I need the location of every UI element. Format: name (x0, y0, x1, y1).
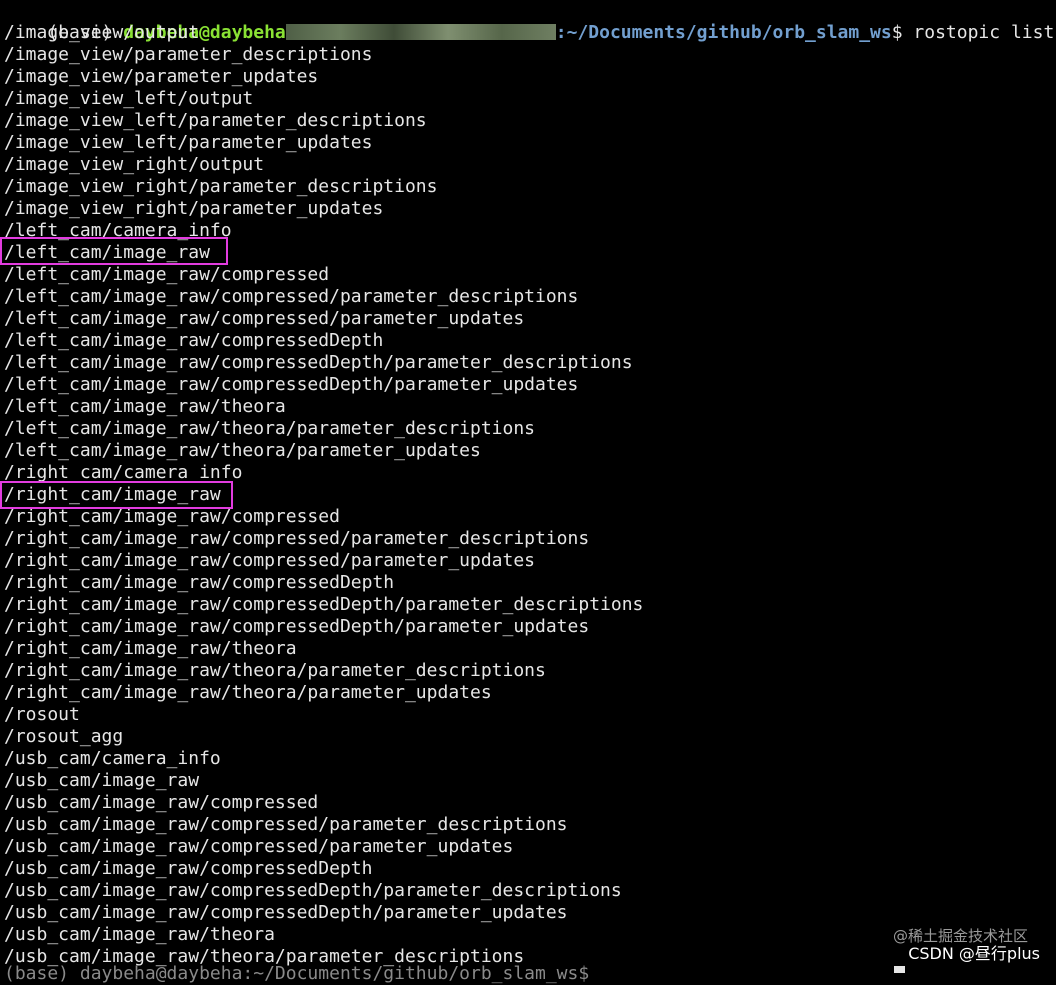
output-line: /left_cam/image_raw/theora/parameter_des… (4, 418, 536, 439)
highlight-left-cam-image-raw (0, 237, 228, 265)
output-line: /usb_cam/image_raw/compressed (4, 792, 319, 813)
output-line: /usb_cam/camera_info (4, 748, 221, 769)
prompt-line: (base) daybeha@daybeha:~/Documents/githu… (4, 0, 1054, 43)
highlight-right-cam-image-raw (0, 481, 233, 509)
output-line: /image_view_left/parameter_updates (4, 132, 373, 153)
output-line: /usb_cam/image_raw (4, 770, 200, 791)
output-line: /right_cam/image_raw/compressed (4, 506, 340, 527)
output-line: /rosout (4, 704, 80, 725)
terminal-window[interactable]: (base) daybeha@daybeha:~/Documents/githu… (0, 0, 1056, 984)
output-line: /right_cam/image_raw/compressed/paramete… (4, 528, 590, 549)
output-line: /right_cam/image_raw/compressedDepth/par… (4, 616, 590, 637)
output-line: /usb_cam/image_raw/compressed/parameter_… (4, 836, 514, 857)
output-line: /left_cam/image_raw/compressed (4, 264, 330, 285)
output-line: /image_view_right/parameter_descriptions (4, 176, 438, 197)
output-line: /usb_cam/image_raw/theora (4, 924, 275, 945)
output-line: /left_cam/image_raw/theora/parameter_upd… (4, 440, 481, 461)
output-line: /usb_cam/image_raw/compressedDepth/param… (4, 880, 622, 901)
output-line: /image_view/parameter_descriptions (4, 44, 373, 65)
output-line: /image_view_left/parameter_descriptions (4, 110, 427, 131)
prompt-symbol: $ (891, 22, 903, 43)
output-line: /right_cam/image_raw/compressedDepth (4, 572, 395, 593)
output-line: /image_view/output (4, 22, 200, 43)
output-line: /right_cam/image_raw/compressed/paramete… (4, 550, 536, 571)
watermark-csdn: CSDN @昼行plus (908, 944, 1040, 963)
output-line: /left_cam/image_raw/compressedDepth/para… (4, 374, 579, 395)
output-line: /left_cam/image_raw/compressedDepth/para… (4, 352, 633, 373)
output-line: /left_cam/image_raw/compressed/parameter… (4, 286, 579, 307)
output-line: /right_cam/image_raw/theora/parameter_de… (4, 660, 546, 681)
output-line: /image_view_left/output (4, 88, 254, 109)
prompt-path: :~/Documents/github/orb_slam_ws (555, 22, 892, 43)
next-prompt-line: (base) daybeha@daybeha:~/Documents/githu… (4, 963, 601, 984)
command-text: rostopic list (902, 22, 1055, 43)
output-line: /image_view_right/output (4, 154, 265, 175)
output-line: /usb_cam/image_raw/compressed/parameter_… (4, 814, 568, 835)
output-line: /image_view/parameter_updates (4, 66, 319, 87)
output-line: /left_cam/image_raw/theora (4, 396, 286, 417)
output-line: /rosout_agg (4, 726, 124, 747)
output-line: /usb_cam/image_raw/compressedDepth/param… (4, 902, 568, 923)
terminal-cursor (894, 966, 905, 973)
output-line: /usb_cam/image_raw/compressedDepth (4, 858, 373, 879)
redacted-hostname (285, 24, 556, 40)
output-line: /left_cam/image_raw/compressedDepth (4, 330, 384, 351)
output-line: /right_cam/image_raw/theora (4, 638, 297, 659)
output-line: /left_cam/image_raw/compressed/parameter… (4, 308, 525, 329)
output-line: /right_cam/image_raw/compressedDepth/par… (4, 594, 644, 615)
output-line: /image_view_right/parameter_updates (4, 198, 384, 219)
output-line: /right_cam/image_raw/theora/parameter_up… (4, 682, 492, 703)
